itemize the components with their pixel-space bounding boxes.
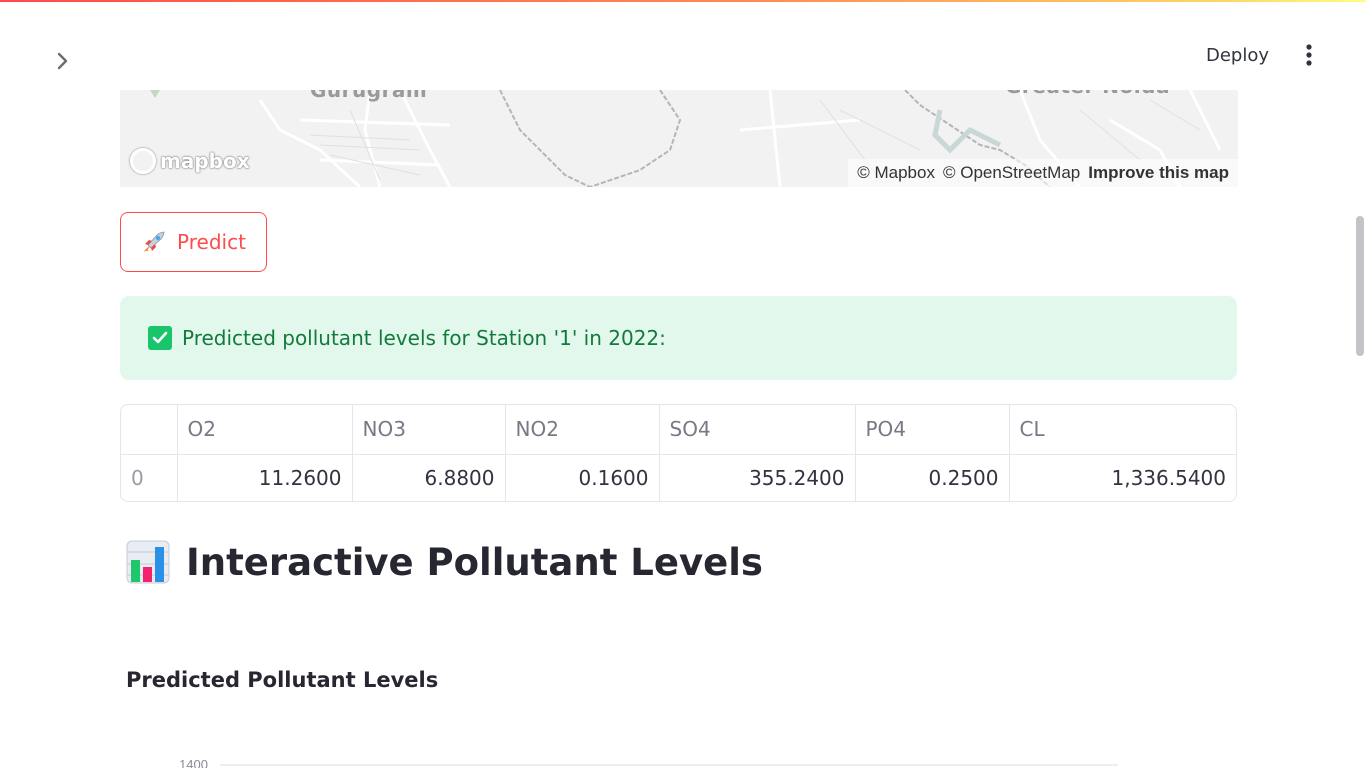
table-header-no3[interactable]: NO3	[352, 405, 506, 454]
chevron-right-icon	[57, 52, 68, 70]
table-cell[interactable]: 355.2400	[659, 454, 856, 501]
table-header-o2[interactable]: O2	[177, 405, 353, 454]
chart-svg: 14001336.54	[179, 757, 1118, 768]
page-scrollbar[interactable]	[1356, 216, 1364, 356]
table-cell-index[interactable]: 0	[121, 454, 178, 501]
table-cell[interactable]: 1,336.5400	[1009, 454, 1236, 501]
map-place-label: Gurugram	[310, 90, 428, 102]
table-cell[interactable]: 0.2500	[855, 454, 1010, 501]
osm-attribution-link[interactable]: © OpenStreetMap	[943, 163, 1080, 183]
mapbox-logo-icon	[130, 148, 156, 174]
main-menu-button[interactable]	[1296, 40, 1322, 70]
mapbox-logo[interactable]: mapbox	[130, 148, 250, 174]
map-place-label: Greater Noida	[1005, 90, 1170, 98]
section-heading: Interactive Pollutant Levels	[186, 540, 763, 584]
table-header-row: O2 NO3 NO2 SO4 PO4 CL	[121, 405, 1236, 454]
y-axis-tick-label: 1400	[179, 757, 208, 768]
mapbox-logo-text: mapbox	[160, 149, 250, 173]
check-icon	[148, 326, 172, 350]
table-row: 0 11.2600 6.8800 0.1600 355.2400 0.2500 …	[121, 454, 1236, 501]
mapbox-attribution-link[interactable]: © Mapbox	[857, 163, 935, 183]
prediction-table[interactable]: O2 NO3 NO2 SO4 PO4 CL 0 11.2600 6.8800 0…	[120, 404, 1237, 502]
table-cell[interactable]: 6.8800	[352, 454, 506, 501]
kebab-menu-icon	[1306, 44, 1312, 66]
improve-map-link[interactable]: Improve this map	[1088, 163, 1229, 183]
success-alert: Predicted pollutant levels for Station '…	[120, 296, 1237, 380]
map-attribution: © Mapbox © OpenStreetMap Improve this ma…	[848, 159, 1238, 187]
map-view[interactable]: Gurugram Greater Noida mapbox © Mapbox ©…	[120, 90, 1238, 187]
predict-button-label: Predict	[177, 230, 246, 254]
top-decoration-bar	[0, 0, 1366, 2]
table-header-no2[interactable]: NO2	[505, 405, 660, 454]
section-header: Interactive Pollutant Levels	[126, 540, 763, 584]
rocket-icon	[144, 231, 166, 252]
bar-chart-icon	[126, 540, 170, 584]
sidebar-expand-button[interactable]	[48, 46, 78, 76]
chart-title: Predicted Pollutant Levels	[126, 668, 439, 692]
table-cell[interactable]: 11.2600	[177, 454, 353, 501]
predict-button[interactable]: Predict	[120, 212, 267, 272]
deploy-button[interactable]: Deploy	[1192, 40, 1283, 70]
pollutant-bar-chart[interactable]: 14001336.54	[120, 740, 1238, 768]
table-header-po4[interactable]: PO4	[855, 405, 1010, 454]
table-header-so4[interactable]: SO4	[659, 405, 856, 454]
table-cell[interactable]: 0.1600	[505, 454, 660, 501]
alert-message: Predicted pollutant levels for Station '…	[182, 326, 666, 350]
table-header-cl[interactable]: CL	[1009, 405, 1236, 454]
table-header-index[interactable]	[121, 405, 178, 454]
